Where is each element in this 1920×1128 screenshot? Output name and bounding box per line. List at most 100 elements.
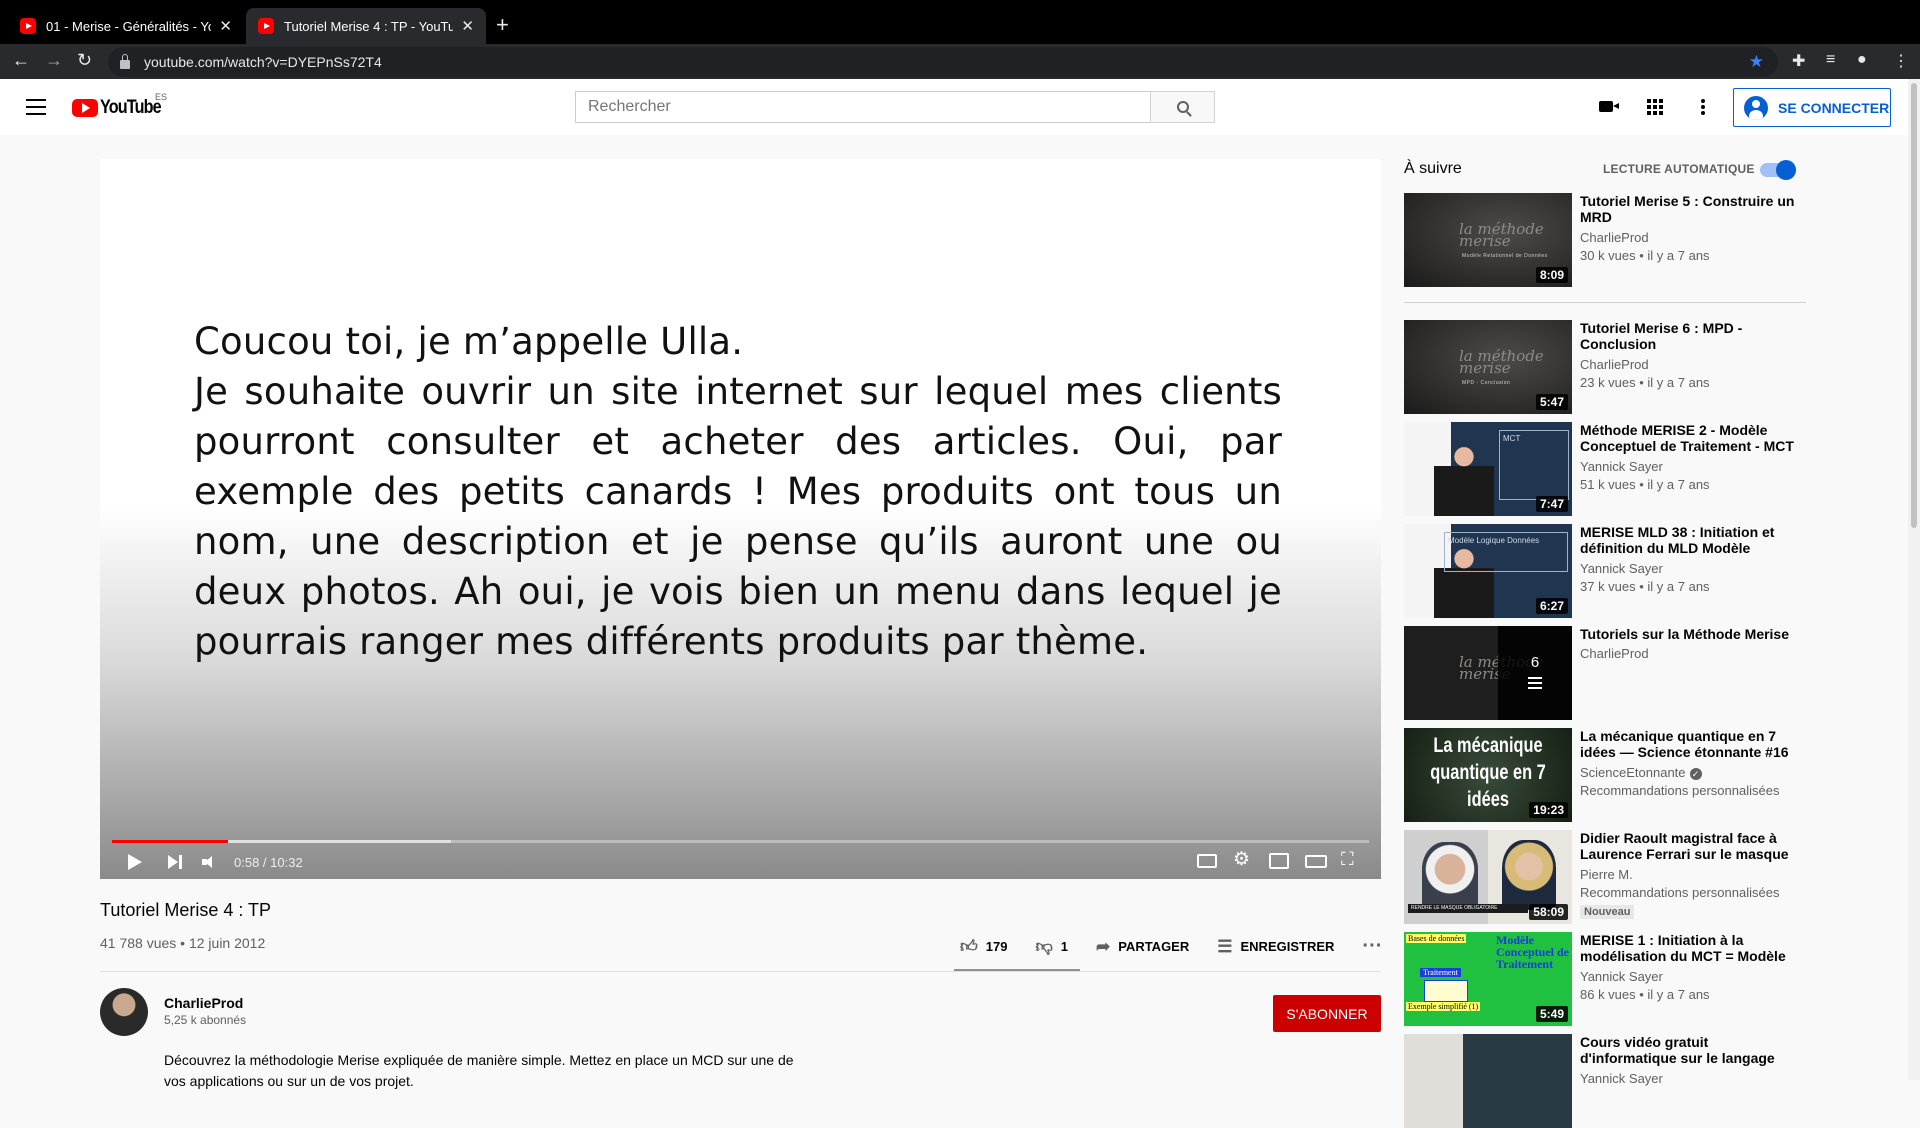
search-input[interactable] bbox=[575, 91, 1215, 123]
channel-name: ScienceEtonnante bbox=[1580, 765, 1686, 780]
suggested-title[interactable]: Méthode MERISE 2 - Modèle Conceptuel de … bbox=[1580, 422, 1805, 454]
video-player[interactable]: Coucou toi, je m’appelle Ulla. Je souhai… bbox=[100, 159, 1381, 879]
channel-name[interactable]: CharlieProd bbox=[164, 995, 243, 1011]
browser-tab-active[interactable]: Tutoriel Merise 4 : TP - YouTube ✕ bbox=[246, 8, 486, 44]
subscriber-count: 5,25 k abonnés bbox=[164, 1013, 247, 1027]
youtube-favicon-icon bbox=[258, 18, 274, 34]
miniplayer-icon[interactable] bbox=[1269, 853, 1289, 869]
duration-badge: 5:49 bbox=[1535, 1006, 1568, 1022]
theater-mode-icon[interactable] bbox=[1305, 855, 1327, 868]
video-thumbnail[interactable]: la méthode merise Modèle Relationnel de … bbox=[1404, 193, 1572, 287]
duration-badge: 7:47 bbox=[1535, 496, 1568, 512]
video-thumbnail[interactable]: RENDRE LE MASQUE OBLIGATOIRE 58:09 bbox=[1404, 830, 1572, 924]
video-thumbnail[interactable]: Bases de données Modèle Conceptuel de Tr… bbox=[1404, 932, 1572, 1026]
video-thumbnail[interactable]: Modèle Logique Données 6:27 bbox=[1404, 524, 1572, 618]
dislike-button[interactable]: 👎︎ 1 bbox=[1035, 936, 1068, 957]
media-queue-icon[interactable]: ≡ bbox=[1826, 51, 1835, 69]
suggested-channel: Yannick Sayer bbox=[1580, 459, 1663, 474]
suggested-title[interactable]: La mécanique quantique en 7 idées — Scie… bbox=[1580, 728, 1805, 760]
suggested-title[interactable]: Cours vidéo gratuit d'informatique sur l… bbox=[1580, 1034, 1805, 1066]
volume-icon[interactable] bbox=[202, 856, 218, 868]
suggested-video[interactable]: Bases de données Modèle Conceptuel de Tr… bbox=[1404, 932, 1814, 1026]
suggested-channel: Yannick Sayer bbox=[1580, 969, 1663, 984]
suggested-video[interactable]: la méthode merise MPD - Conclusion 5:47 … bbox=[1404, 320, 1814, 414]
thumbnail-text: la méthode merise bbox=[1459, 220, 1544, 250]
suggested-channel: Yannick Sayer bbox=[1580, 561, 1663, 576]
playlist-thumbnail[interactable]: la méthode merise 6 bbox=[1404, 626, 1572, 720]
share-button[interactable]: ➦ PARTAGER bbox=[1096, 937, 1189, 957]
sign-in-button[interactable]: SE CONNECTER bbox=[1733, 88, 1891, 127]
suggested-meta: Recommandations personnalisées bbox=[1580, 783, 1780, 798]
thumbnail-text: Traitement bbox=[1420, 968, 1461, 977]
suggested-title[interactable]: Tutoriel Merise 6 : MPD - Conclusion bbox=[1580, 320, 1805, 352]
toggle-knob bbox=[1776, 160, 1796, 180]
play-icon[interactable] bbox=[128, 854, 142, 870]
apps-grid-icon[interactable] bbox=[1647, 99, 1663, 115]
video-thumbnail[interactable]: la méthode merise MPD - Conclusion 5:47 bbox=[1404, 320, 1572, 414]
sign-in-label: SE CONNECTER bbox=[1778, 99, 1890, 116]
video-thumbnail[interactable]: La mécanique quantique en 7 idées 19:23 bbox=[1404, 728, 1572, 822]
slide-line: Coucou toi, je m’appelle Ulla. bbox=[194, 320, 744, 363]
progress-bar[interactable] bbox=[112, 840, 1369, 843]
suggested-title[interactable]: MERISE 1 : Initiation à la modélisation … bbox=[1580, 932, 1805, 964]
video-thumbnail[interactable]: MCT 7:47 bbox=[1404, 422, 1572, 516]
suggested-title[interactable]: Tutoriel Merise 5 : Construire un MRD bbox=[1580, 193, 1805, 225]
browser-tab[interactable]: 01 - Merise - Généralités - YouTube ✕ bbox=[8, 8, 244, 44]
scrollbar-thumb[interactable] bbox=[1911, 83, 1917, 528]
profile-icon[interactable]: ● bbox=[1857, 51, 1867, 69]
save-button[interactable]: ☰ ENREGISTRER bbox=[1217, 937, 1334, 957]
thumbnail-subtext: MPD - Conclusion bbox=[1462, 380, 1511, 386]
duration-badge: 19:23 bbox=[1529, 802, 1568, 818]
lock-icon bbox=[120, 53, 130, 69]
subscribe-button[interactable]: S'ABONNER bbox=[1273, 995, 1381, 1032]
share-arrow-icon: ➦ bbox=[1095, 936, 1111, 956]
browser-menu-icon[interactable]: ⋮ bbox=[1893, 51, 1909, 71]
suggested-video[interactable]: MCT 7:47 Méthode MERISE 2 - Modèle Conce… bbox=[1404, 422, 1814, 516]
suggested-title[interactable]: Didier Raoult magistral face à Laurence … bbox=[1580, 830, 1805, 862]
suggested-video[interactable]: la méthode merise Modèle Relationnel de … bbox=[1404, 193, 1814, 287]
more-actions-icon[interactable]: ··· bbox=[1362, 935, 1382, 958]
playlist-add-icon: ☰ bbox=[1217, 936, 1233, 956]
bookmark-star-icon[interactable]: ★ bbox=[1749, 52, 1764, 72]
tab-title: 01 - Merise - Généralités - YouTube bbox=[46, 18, 211, 34]
page-scrollbar[interactable] bbox=[1908, 79, 1920, 1080]
video-thumbnail[interactable] bbox=[1404, 1034, 1572, 1128]
suggested-meta: Recommandations personnalisées bbox=[1580, 885, 1780, 900]
duration-badge: 8:09 bbox=[1535, 267, 1568, 283]
logo-wordmark: YouTube bbox=[100, 97, 162, 118]
url-text: youtube.com/watch?v=DYEPnSs72T4 bbox=[144, 54, 382, 70]
close-tab-icon[interactable]: ✕ bbox=[461, 17, 474, 35]
address-bar[interactable]: youtube.com/watch?v=DYEPnSs72T4 ★ bbox=[108, 47, 1778, 77]
suggested-video[interactable]: Modèle Logique Données 6:27 MERISE MLD 3… bbox=[1404, 524, 1814, 618]
like-button[interactable]: 👍︎ 179 bbox=[960, 936, 1007, 957]
search-button[interactable] bbox=[1150, 91, 1215, 123]
suggested-title[interactable]: Tutoriels sur la Méthode Merise bbox=[1580, 626, 1805, 642]
back-arrow-icon[interactable]: ← bbox=[12, 50, 30, 71]
settings-gear-icon[interactable]: ⚙ bbox=[1233, 848, 1250, 871]
suggested-video[interactable]: RENDRE LE MASQUE OBLIGATOIRE 58:09 Didie… bbox=[1404, 830, 1814, 924]
create-video-icon[interactable] bbox=[1599, 101, 1619, 112]
hamburger-menu-icon[interactable] bbox=[26, 99, 46, 115]
autoplay-toggle[interactable] bbox=[1760, 160, 1796, 180]
settings-menu-icon[interactable] bbox=[1701, 99, 1705, 117]
extensions-puzzle-icon[interactable]: ✚ bbox=[1792, 51, 1805, 71]
suggested-title[interactable]: MERISE MLD 38 : Initiation et définition… bbox=[1580, 524, 1805, 556]
new-tab-button[interactable]: + bbox=[496, 12, 509, 38]
subtitles-icon[interactable] bbox=[1197, 854, 1217, 868]
next-video-icon[interactable] bbox=[168, 855, 182, 869]
thumbnail-text: Modèle Logique Données bbox=[1444, 532, 1568, 572]
fullscreen-icon[interactable]: ⛶ bbox=[1341, 849, 1354, 870]
youtube-logo[interactable]: YouTube ES bbox=[72, 92, 171, 119]
close-tab-icon[interactable]: ✕ bbox=[219, 17, 232, 35]
thumbs-down-icon: 👎︎ bbox=[1035, 937, 1053, 956]
suggested-video[interactable]: Cours vidéo gratuit d'informatique sur l… bbox=[1404, 1034, 1814, 1128]
suggested-video[interactable]: La mécanique quantique en 7 idées 19:23 … bbox=[1404, 728, 1814, 822]
progress-fill bbox=[112, 840, 228, 843]
thumbnail-text: MCT bbox=[1499, 430, 1569, 500]
forward-arrow-icon[interactable]: → bbox=[45, 50, 63, 71]
suggested-playlist[interactable]: la méthode merise 6 Tutoriels sur la Mét… bbox=[1404, 626, 1814, 720]
channel-avatar[interactable] bbox=[100, 988, 148, 1036]
thumbnail-subtext: Modèle Relationnel de Données bbox=[1462, 253, 1548, 259]
search-icon bbox=[1176, 101, 1189, 113]
reload-icon[interactable]: ↻ bbox=[77, 50, 92, 71]
